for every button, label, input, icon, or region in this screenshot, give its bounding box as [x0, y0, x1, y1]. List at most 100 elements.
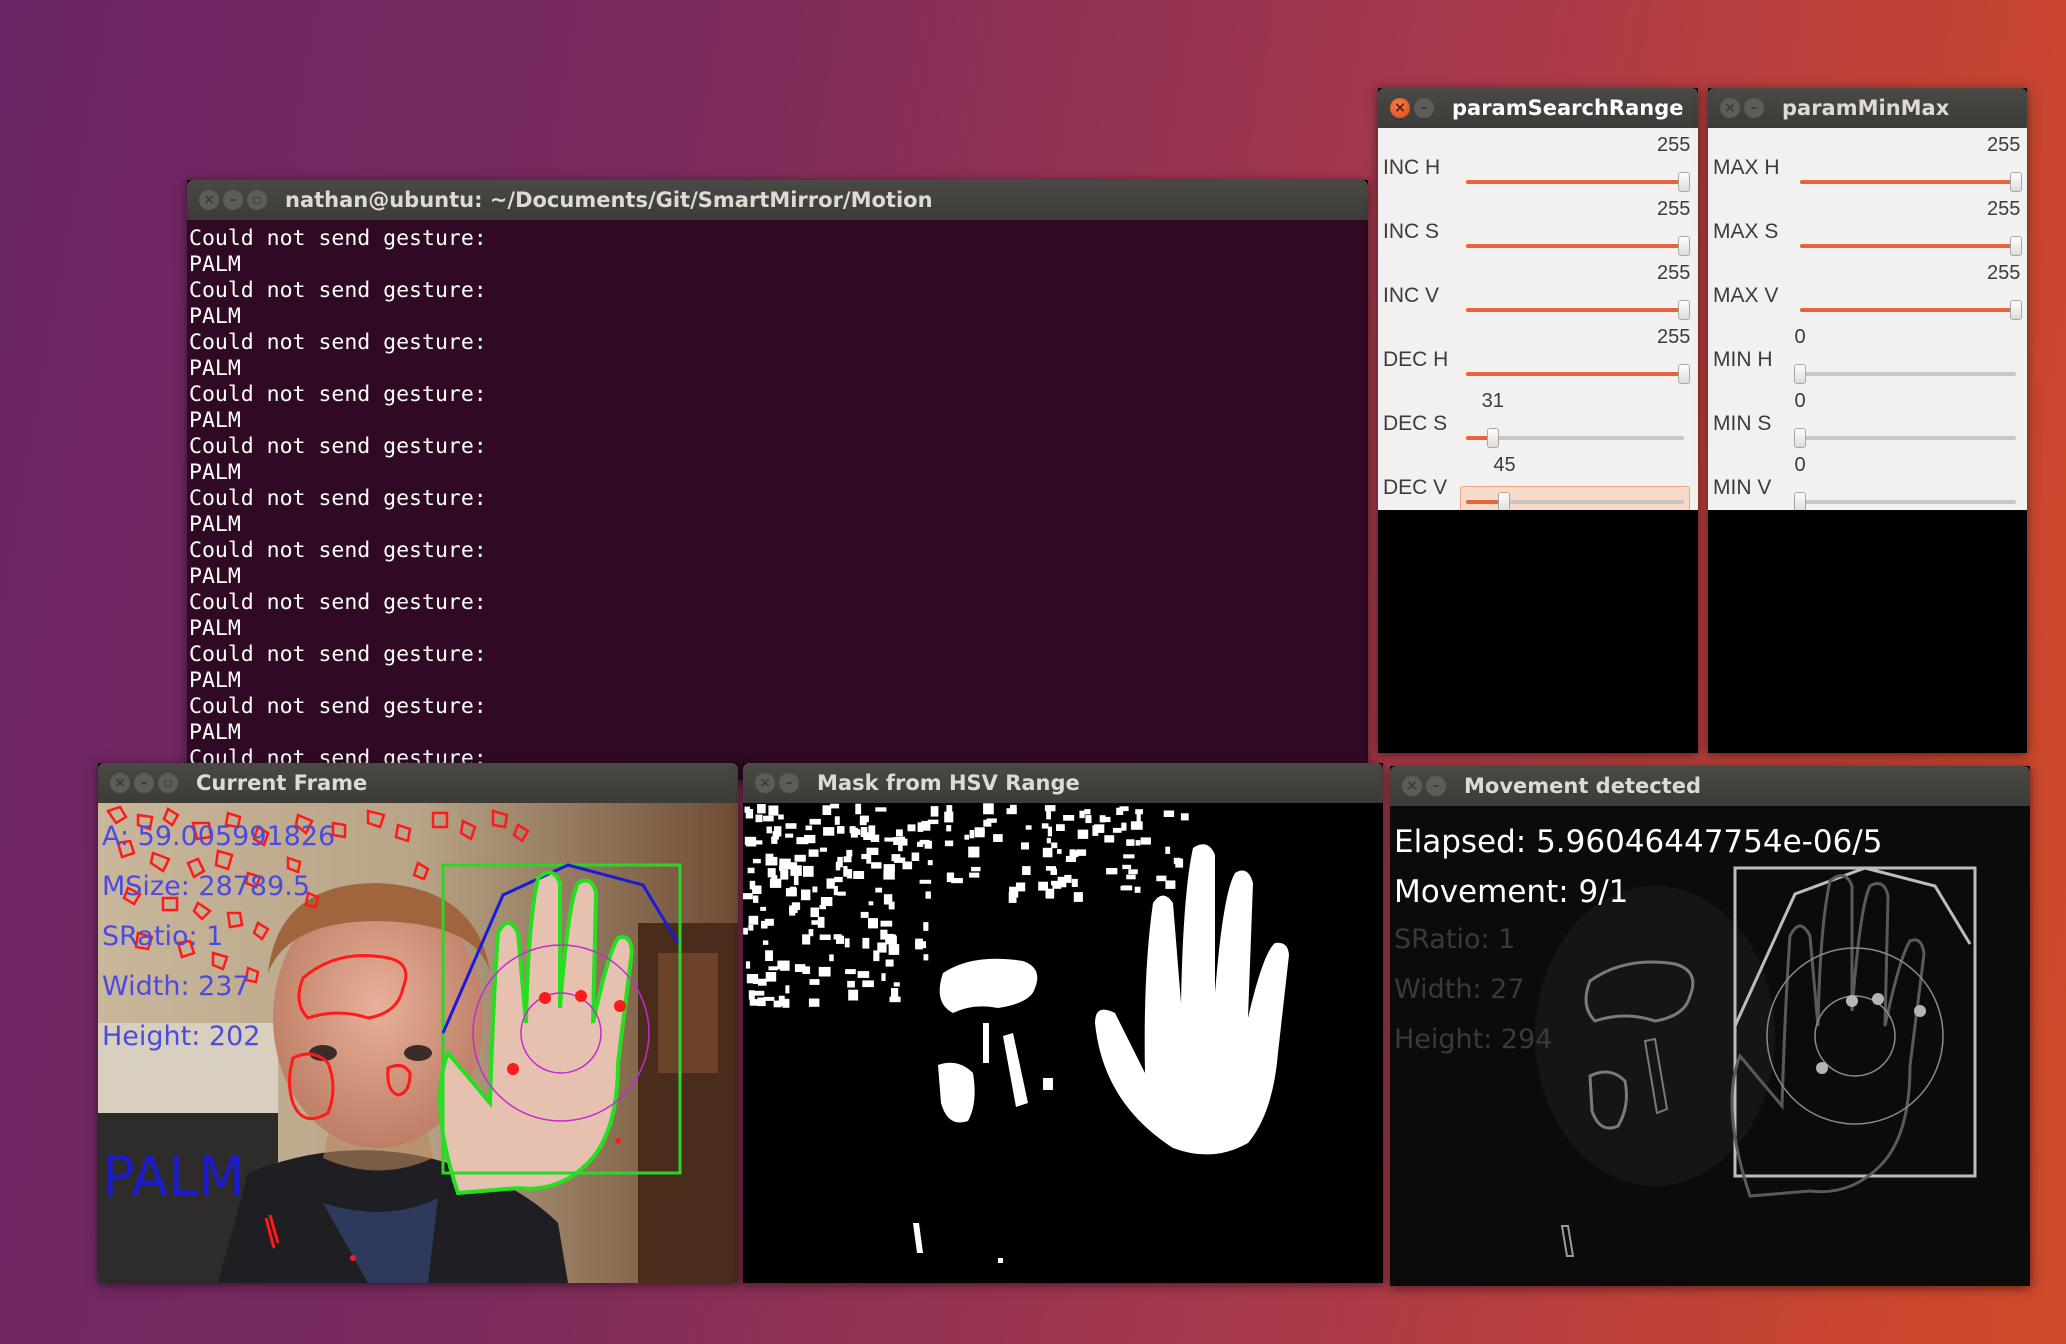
trackbar-fill — [1800, 308, 2016, 312]
mask-titlebar[interactable]: × – Mask from HSV Range — [743, 763, 1383, 803]
mask-noise-blob — [1156, 875, 1167, 882]
mask-noise-blob — [1175, 858, 1184, 868]
current-frame-titlebar[interactable]: × – ▫ Current Frame — [98, 763, 738, 803]
maximize-icon[interactable]: ▫ — [158, 773, 178, 793]
minimize-icon[interactable]: – — [134, 773, 154, 793]
mask-noise-blob — [1126, 874, 1136, 880]
trackbar-handle[interactable] — [1678, 364, 1690, 384]
close-icon[interactable]: × — [755, 773, 775, 793]
window-title: Mask from HSV Range — [817, 771, 1080, 795]
overlay-area-text: A: 59.005991826 — [102, 821, 336, 852]
trackbar-slider[interactable] — [1800, 300, 2022, 320]
minimize-icon[interactable]: – — [779, 773, 799, 793]
mask-noise-blob — [875, 887, 883, 893]
trackbar-slider[interactable] — [1466, 172, 1690, 192]
maximize-icon[interactable]: ▫ — [247, 190, 267, 210]
trackbar-handle[interactable] — [2010, 300, 2022, 320]
mask-noise-blob — [743, 893, 753, 900]
close-icon[interactable]: × — [1390, 98, 1410, 118]
terminal-line: PALM — [189, 668, 241, 693]
trackbar-inc-h: INC H 255 — [1378, 134, 1698, 200]
trackbar-slider[interactable] — [1466, 428, 1684, 448]
mask-noise-blob — [1065, 855, 1077, 862]
mask-noise-blob — [762, 940, 769, 945]
trackbar-handle[interactable] — [1794, 428, 1806, 448]
trackbar-handle[interactable] — [1678, 172, 1690, 192]
mask-noise-blob — [860, 831, 865, 837]
trackbar-label: MAX H — [1713, 156, 1780, 179]
movement-titlebar[interactable]: × – Movement detected — [1390, 766, 2030, 806]
trackbar-label: DEC V — [1383, 476, 1448, 499]
mask-noise-blob — [1130, 821, 1143, 830]
trackbar-handle[interactable] — [2010, 172, 2022, 192]
trackbar-slider[interactable] — [1466, 364, 1690, 384]
mask-noise-blob — [1094, 824, 1105, 833]
trackbar-inc-v: INC V 255 — [1378, 262, 1698, 328]
mask-noise-blob — [986, 818, 997, 823]
mask-noise-blob — [1073, 892, 1083, 902]
mask-noise-blob — [847, 980, 855, 988]
terminal-line: Could not send gesture: — [189, 226, 487, 251]
mask-noise-blob — [836, 935, 844, 944]
mask-noise-blob — [1084, 809, 1091, 815]
trackbar-slider[interactable] — [1800, 172, 2022, 192]
trackbar-inc-s: INC S 255 — [1378, 198, 1698, 264]
mask-noise-blob — [803, 865, 814, 877]
trackbar-slider[interactable] — [1466, 300, 1690, 320]
trackbar-slider[interactable] — [1466, 236, 1690, 256]
minimize-icon[interactable]: – — [223, 190, 243, 210]
param-search-range-titlebar[interactable]: × – paramSearchRange — [1378, 88, 1698, 128]
terminal-line: Could not send gesture: — [189, 330, 487, 355]
mask-noise-blob — [944, 840, 954, 847]
trackbar-handle[interactable] — [1794, 492, 1806, 512]
close-icon[interactable]: × — [1402, 776, 1422, 796]
mask-noise-blob — [1165, 880, 1176, 889]
trackbar-value: 255 — [1987, 262, 2021, 284]
trackbar-value: 255 — [1657, 134, 1691, 156]
mask-noise-blob — [979, 829, 985, 834]
minimize-icon[interactable]: – — [1426, 776, 1446, 796]
mask-noise-blob — [826, 878, 835, 889]
minimize-icon[interactable]: – — [1414, 98, 1434, 118]
trackbar-slider[interactable] — [1794, 364, 2016, 384]
mask-noise-blob — [1112, 827, 1122, 833]
trackbar-slider[interactable] — [1466, 492, 1684, 512]
mask-noise-blob — [1134, 886, 1141, 893]
terminal-line: PALM — [189, 512, 241, 537]
trackbar-slider[interactable] — [1800, 236, 2022, 256]
trackbar-handle[interactable] — [1678, 300, 1690, 320]
minimize-icon[interactable]: – — [1744, 98, 1764, 118]
trackbar-handle[interactable] — [1486, 428, 1499, 448]
mask-noise-blob — [1135, 840, 1141, 846]
trackbar-handle[interactable] — [1678, 236, 1690, 256]
terminal-line: PALM — [189, 408, 241, 433]
trackbar-label: DEC S — [1383, 412, 1448, 435]
terminal-output[interactable]: Could not send gesture: PALM Could not sen… — [187, 220, 1368, 780]
mask-noise-blob — [885, 933, 894, 945]
param-min-max-titlebar[interactable]: × – paramMinMax — [1708, 88, 2027, 128]
mask-noise-blob — [811, 920, 819, 925]
mask-noise-blob — [747, 867, 755, 874]
trackbar-slider[interactable] — [1794, 428, 2016, 448]
mask-noise-blob — [764, 918, 774, 926]
gesture-label: PALM — [102, 1145, 245, 1208]
current-frame-window: × – ▫ Current Frame A: 59.005991826 MSiz… — [98, 763, 738, 1283]
trackbar-handle[interactable] — [1794, 364, 1806, 384]
trackbar-handle[interactable] — [1498, 492, 1511, 512]
close-icon[interactable]: × — [110, 773, 130, 793]
mask-noise-blob — [766, 826, 772, 834]
mask-noise-blob — [834, 876, 843, 883]
mask-noise-blob — [868, 901, 874, 906]
close-icon[interactable]: × — [1720, 98, 1740, 118]
mask-noise-blob — [969, 830, 975, 839]
terminal-line: PALM — [189, 564, 241, 589]
trackbar-max-h: MAX H 255 — [1708, 134, 2027, 200]
trackbar-value: 255 — [1657, 326, 1691, 348]
empty-image-area — [1708, 510, 2027, 753]
mask-noise-blob — [835, 861, 841, 871]
close-icon[interactable]: × — [199, 190, 219, 210]
terminal-titlebar[interactable]: × – ▫ nathan@ubuntu: ~/Documents/Git/Sma… — [187, 180, 1368, 220]
mask-noise-blob — [1056, 824, 1065, 831]
trackbar-handle[interactable] — [2010, 236, 2022, 256]
trackbar-slider[interactable] — [1794, 492, 2016, 512]
